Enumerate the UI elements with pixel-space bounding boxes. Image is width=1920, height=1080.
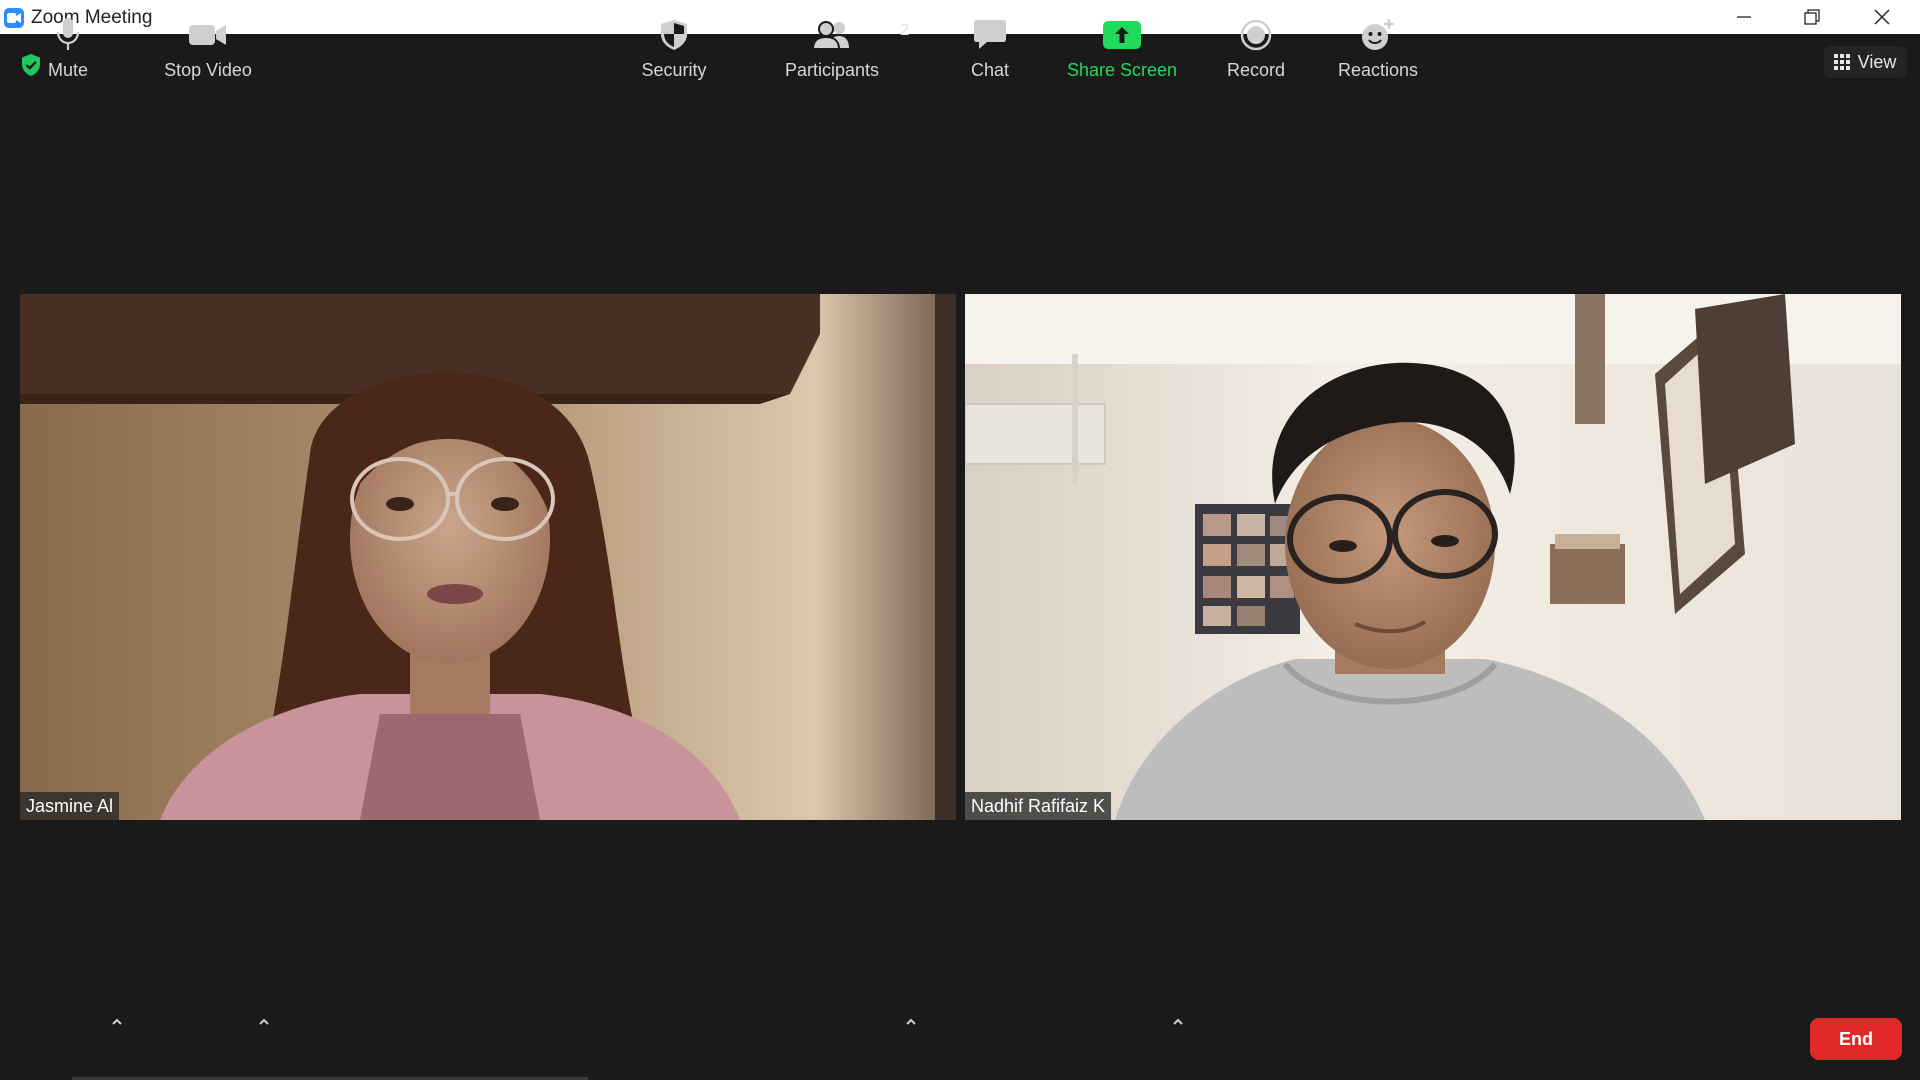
microphone-icon <box>57 18 79 50</box>
restore-icon <box>1804 9 1820 25</box>
participant-video-feed <box>965 294 1901 820</box>
end-meeting-button[interactable]: End <box>1810 1018 1902 1060</box>
record-button[interactable]: Record <box>1220 0 1292 92</box>
security-label: Security <box>641 60 707 80</box>
chat-label: Chat <box>970 60 1010 80</box>
participants-count-badge: 2 <box>900 20 910 39</box>
mute-label: Mute <box>47 60 89 80</box>
meeting-controls-bar <box>0 988 1920 1080</box>
participants-options-caret[interactable] <box>901 1012 921 1032</box>
video-tile-jasmine[interactable]: Jasmine Al <box>20 294 956 820</box>
participants-button[interactable]: 2 Participants <box>772 0 910 92</box>
encryption-shield-icon[interactable] <box>20 53 42 82</box>
security-button[interactable]: Security <box>634 0 714 92</box>
chat-button[interactable]: Chat <box>960 0 1020 92</box>
security-shield-icon <box>661 20 687 50</box>
video-camera-icon <box>189 25 226 45</box>
restore-button[interactable] <box>1778 0 1846 34</box>
share-screen-icon <box>1103 21 1141 49</box>
audio-options-caret[interactable] <box>107 1012 127 1032</box>
video-tile-nadhif[interactable]: Nadhif Rafifaiz K <box>965 294 1901 820</box>
zoom-app-icon <box>4 8 24 28</box>
reactions-icon <box>1362 19 1394 50</box>
chat-icon <box>974 20 1006 49</box>
close-button[interactable] <box>1848 0 1916 34</box>
share-options-caret[interactable] <box>1168 1012 1188 1032</box>
grid-icon <box>1833 54 1850 70</box>
participants-label: Participants <box>784 60 880 80</box>
chevron-up-icon <box>906 1018 916 1025</box>
chevron-up-icon <box>259 1018 269 1025</box>
minimize-icon <box>1737 16 1751 18</box>
chevron-up-icon <box>1173 1018 1183 1025</box>
share-screen-label: Share Screen <box>1066 60 1178 80</box>
participants-icon <box>812 21 849 50</box>
participant-name-tag: Jasmine Al <box>20 792 120 820</box>
participant-video-feed <box>20 294 956 820</box>
view-label: View <box>1857 51 1897 72</box>
mute-button[interactable]: Mute <box>40 0 96 92</box>
shield-check-icon <box>22 54 40 76</box>
reactions-label: Reactions <box>1337 60 1419 80</box>
reactions-button[interactable]: Reactions <box>1332 0 1424 92</box>
chevron-up-icon <box>112 1018 122 1025</box>
participant-name-tag: Nadhif Rafifaiz K <box>965 792 1112 820</box>
record-icon <box>1240 19 1272 51</box>
view-button[interactable]: View <box>1824 46 1906 78</box>
video-options-caret[interactable] <box>254 1012 274 1032</box>
share-screen-button[interactable]: Share Screen <box>1066 0 1178 92</box>
close-icon <box>1874 9 1890 25</box>
minimize-button[interactable] <box>1710 0 1778 34</box>
stop-video-button[interactable]: Stop Video <box>158 0 258 92</box>
record-label: Record <box>1226 60 1286 80</box>
stop-video-label: Stop Video <box>164 60 252 80</box>
